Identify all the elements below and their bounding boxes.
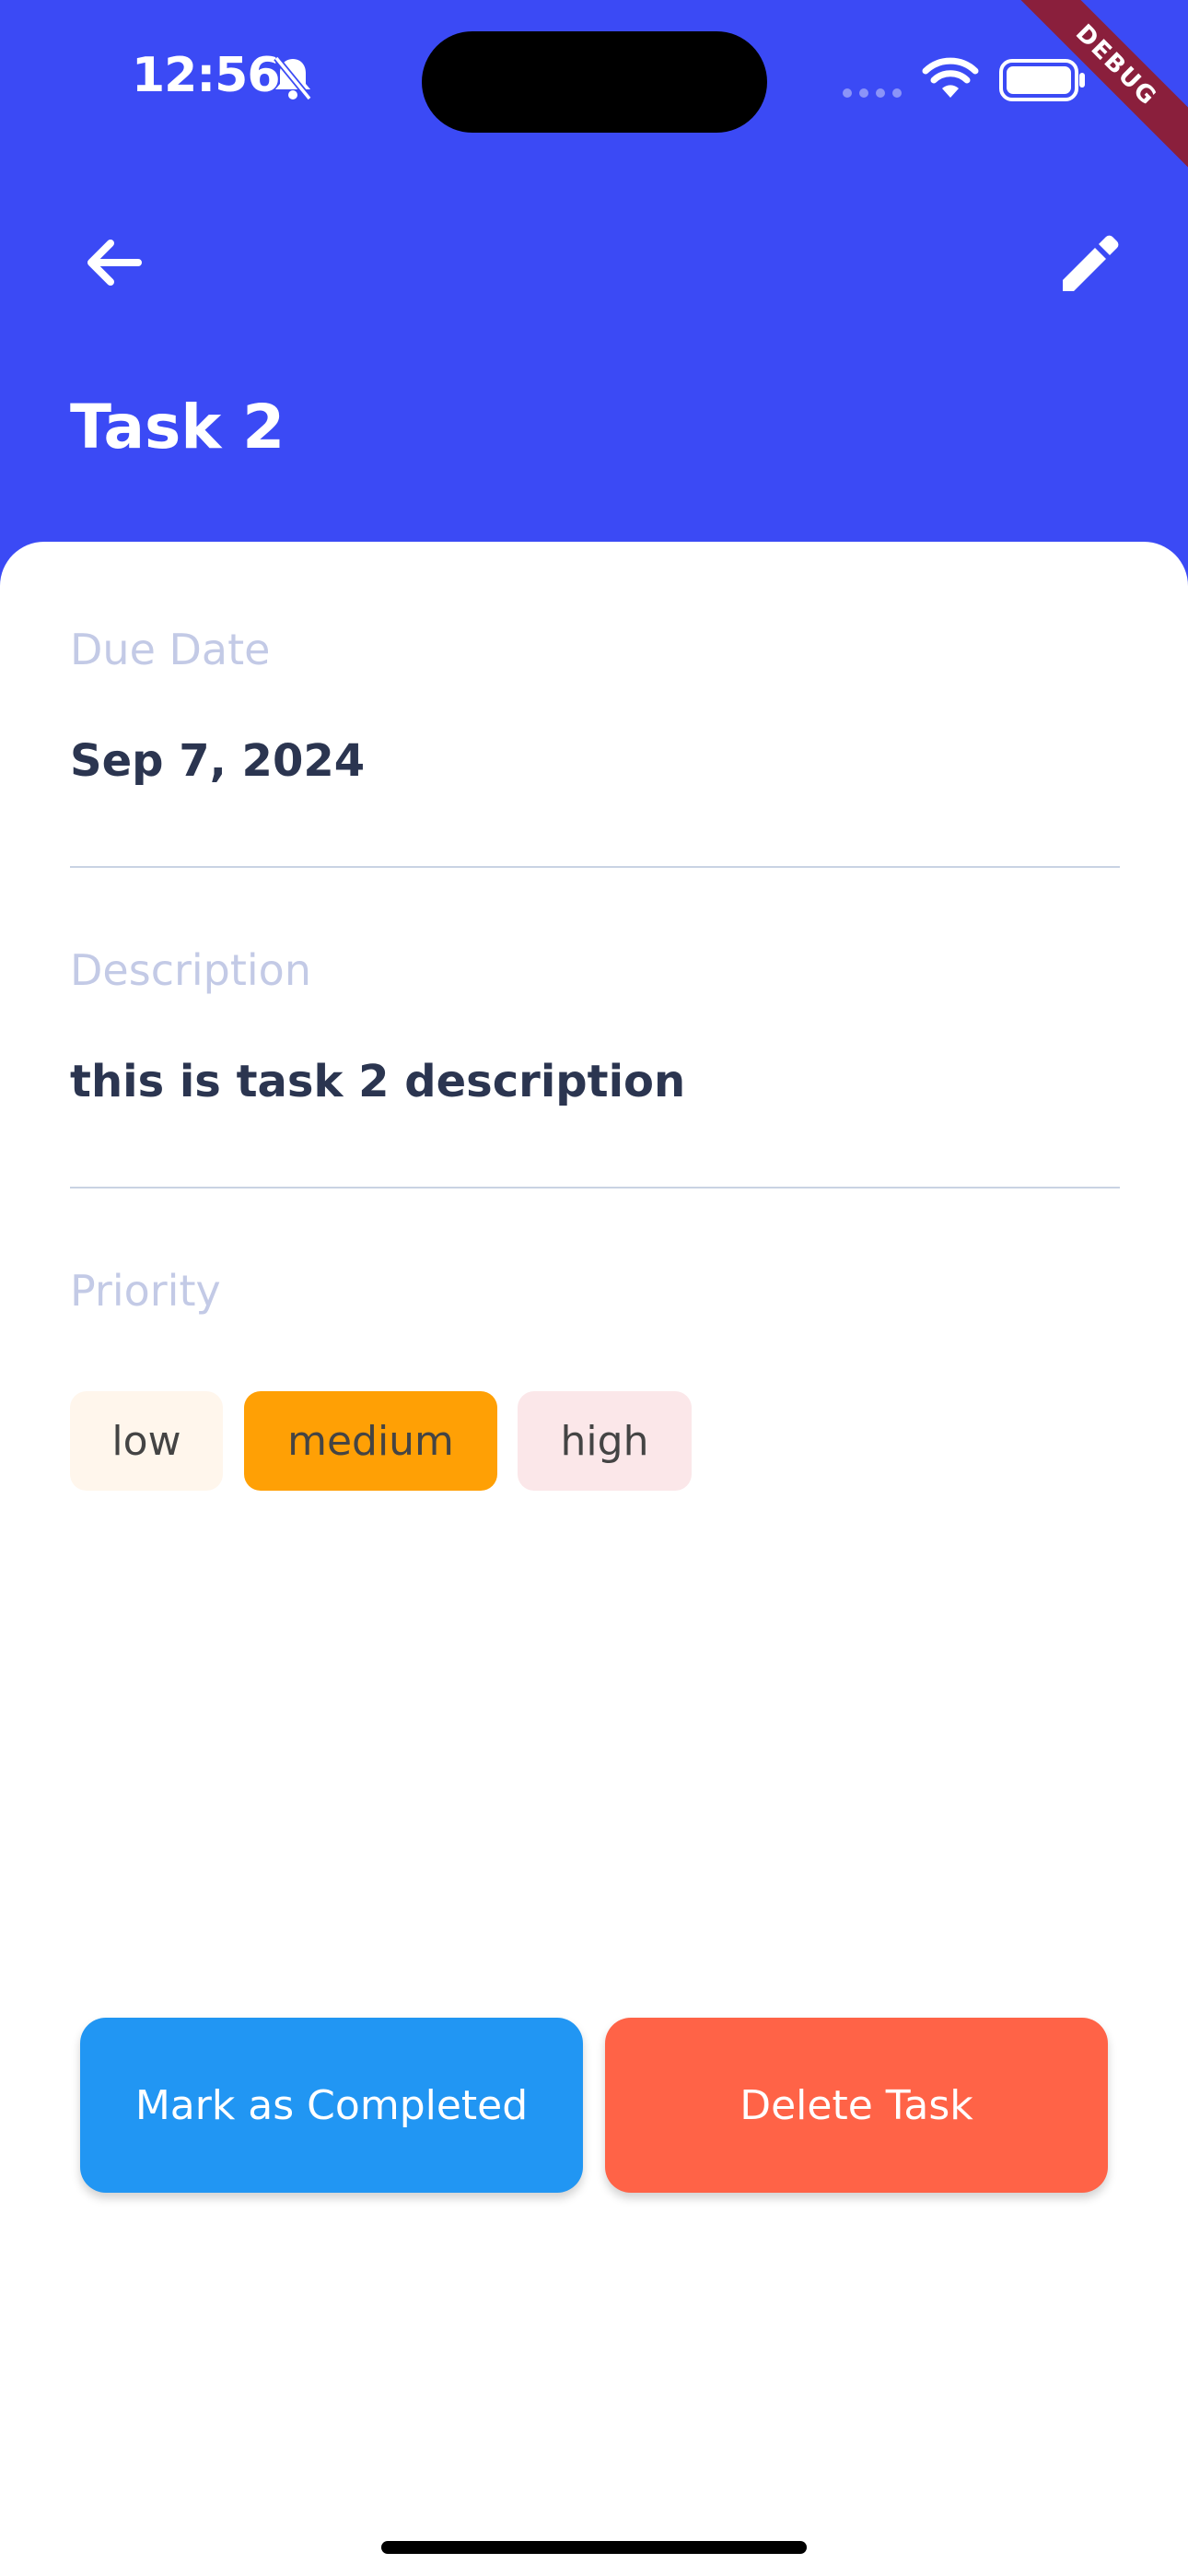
debug-banner: DEBUG — [1004, 0, 1188, 184]
status-time: 12:56 — [132, 48, 281, 103]
wifi-icon — [922, 57, 979, 98]
delete-task-button[interactable]: Delete Task — [605, 2018, 1108, 2193]
page-title: Task 2 — [70, 392, 285, 463]
dynamic-island — [422, 31, 767, 133]
app-bar — [0, 212, 1188, 322]
due-date-label: Due Date — [70, 625, 271, 674]
task-detail-sheet — [0, 542, 1188, 2576]
delete-task-label: Delete Task — [740, 2081, 973, 2129]
pencil-icon[interactable] — [1054, 230, 1124, 300]
description-value: this is task 2 description — [70, 1056, 686, 1107]
priority-chip-low[interactable]: low — [70, 1391, 223, 1491]
divider — [70, 1187, 1120, 1188]
debug-banner-label: DEBUG — [1009, 0, 1188, 172]
signal-dots-icon — [843, 88, 902, 98]
priority-chip-label: low — [111, 1417, 181, 1465]
arrow-left-icon[interactable] — [81, 230, 146, 295]
priority-chip-medium[interactable]: medium — [244, 1391, 497, 1491]
divider — [70, 866, 1120, 868]
home-indicator — [381, 2541, 807, 2554]
mark-completed-label: Mark as Completed — [134, 2081, 529, 2129]
priority-chip-high[interactable]: high — [518, 1391, 692, 1491]
priority-chip-label: medium — [287, 1417, 454, 1465]
description-label: Description — [70, 945, 311, 995]
due-date-value: Sep 7, 2024 — [70, 735, 366, 787]
mark-completed-button[interactable]: Mark as Completed — [80, 2018, 583, 2193]
bell-slash-icon — [274, 55, 312, 101]
priority-label: Priority — [70, 1266, 221, 1316]
priority-chip-label: high — [560, 1417, 649, 1465]
